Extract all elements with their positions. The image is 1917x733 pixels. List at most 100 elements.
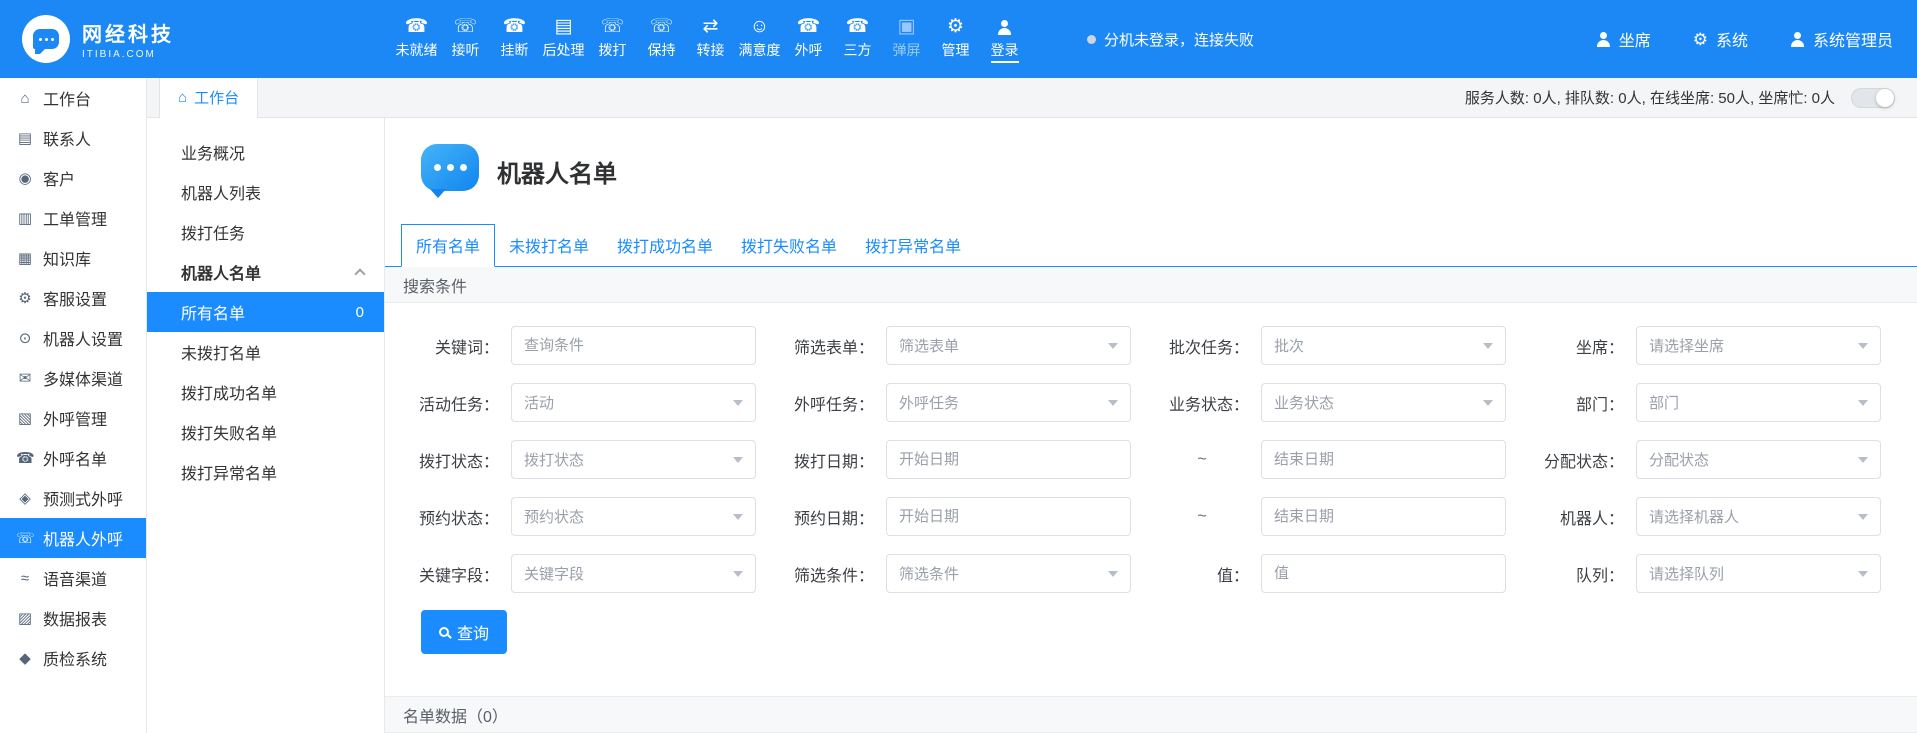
sidebar-item-multimedia-channel[interactable]: ✉ 多媒体渠道 [0, 358, 146, 398]
sidebar-item-predictive-outbound[interactable]: ◈ 预测式外呼 [0, 478, 146, 518]
main-content: 机器人名单 所有名单 未拨打名单 拨打成功名单 拨打失败名单 拨打异常名单 搜索… [385, 118, 1917, 733]
submenu-item-dial-success-list[interactable]: 拨打成功名单 [147, 372, 384, 412]
dial-date-end-input[interactable] [1261, 440, 1506, 479]
query-button[interactable]: 查询 [421, 610, 507, 654]
submenu-item-robot-list[interactable]: 机器人列表 [147, 172, 384, 212]
sidebar-item-outbound-list[interactable]: ☎ 外呼名单 [0, 438, 146, 478]
toolbar-not-ready[interactable]: ☎ 未就绪 [392, 15, 441, 63]
service-settings-gear-icon: ⚙ [16, 289, 34, 307]
submenu-item-all-list[interactable]: 所有名单 0 [147, 292, 384, 332]
toolbar-wrapup[interactable]: ▤ 后处理 [539, 15, 588, 63]
hold-call-icon: ☏ [650, 17, 674, 37]
toolbar-hangup[interactable]: ☎ 挂断 [490, 15, 539, 63]
tab-dial-success-list[interactable]: 拨打成功名单 [603, 225, 727, 266]
submenu-item-label: 拨打任务 [181, 220, 245, 244]
toolbar-satisfaction[interactable]: ☺ 满意度 [735, 15, 784, 63]
field-label: 活动任务： [405, 391, 511, 415]
outbound-task-select[interactable]: 外呼任务 [886, 383, 1131, 422]
tab-all-list[interactable]: 所有名单 [401, 224, 495, 267]
agent-menu[interactable]: 坐席 [1596, 27, 1651, 51]
toolbar-three-way[interactable]: ☎ 三方 [833, 15, 882, 63]
toolbar-item-label: 后处理 [543, 40, 585, 60]
submenu-item-business-overview[interactable]: 业务概况 [147, 132, 384, 172]
sidebar-item-service-settings[interactable]: ⚙ 客服设置 [0, 278, 146, 318]
sidebar-item-robot-outbound[interactable]: ☏ 机器人外呼 [0, 518, 146, 558]
admin-person-icon [1790, 32, 1805, 47]
sidebar-item-outbound-management[interactable]: ▧ 外呼管理 [0, 398, 146, 438]
toolbar-answer[interactable]: ☏ 接听 [441, 15, 490, 63]
agent-person-icon [1596, 32, 1611, 47]
toolbar-dial[interactable]: ☏ 拨打 [588, 15, 637, 63]
toolbar-hold[interactable]: ☏ 保持 [637, 15, 686, 63]
submenu-group-robot-roster[interactable]: 机器人名单 [147, 252, 384, 292]
form-cell: 批次任务： 批次 [1155, 326, 1530, 365]
select-placeholder: 请选择机器人 [1649, 506, 1739, 527]
status-toggle[interactable] [1851, 88, 1895, 108]
sidebar-item-ticket-management[interactable]: ▥ 工单管理 [0, 198, 146, 238]
submenu-item-dial-failed-list[interactable]: 拨打失败名单 [147, 412, 384, 452]
assign-status-select[interactable]: 分配状态 [1636, 440, 1881, 479]
reserve-date-start-input[interactable] [886, 497, 1131, 536]
queue-select[interactable]: 请选择队列 [1636, 554, 1881, 593]
tab-dial-abnormal-list[interactable]: 拨打异常名单 [851, 225, 975, 266]
chevron-down-icon [1483, 400, 1493, 411]
department-select[interactable]: 部门 [1636, 383, 1881, 422]
chevron-down-icon [1858, 343, 1868, 354]
key-field-select[interactable]: 关键字段 [511, 554, 756, 593]
toolbar-login[interactable]: 登录 [980, 15, 1029, 63]
sidebar-item-contacts[interactable]: ▤ 联系人 [0, 118, 146, 158]
dial-status-select[interactable]: 拨打状态 [511, 440, 756, 479]
chevron-down-icon [1483, 343, 1493, 354]
brand: 网经科技 ITIBIA.COM [22, 15, 252, 63]
filter-form-select[interactable]: 筛选表单 [886, 326, 1131, 365]
system-menu-label: 系统 [1716, 27, 1748, 51]
tab-dial-failed-list[interactable]: 拨打失败名单 [727, 225, 851, 266]
reserve-date-end-input[interactable] [1261, 497, 1506, 536]
form-cell: 坐席： 请选择坐席 [1530, 326, 1905, 365]
dial-date-start-input[interactable] [886, 440, 1131, 479]
tab-workspace[interactable]: ⌂ 工作台 [159, 78, 258, 118]
submenu-item-dial-task[interactable]: 拨打任务 [147, 212, 384, 252]
admin-menu-label: 系统管理员 [1813, 27, 1893, 51]
form-row: 活动任务： 活动 外呼任务： 外呼任务 [405, 374, 1917, 431]
reserve-status-select[interactable]: 预约状态 [511, 497, 756, 536]
form-cell: 活动任务： 活动 [405, 383, 780, 422]
sidebar-item-robot-settings[interactable]: ⊙ 机器人设置 [0, 318, 146, 358]
workspace-tabstrip: ⌂ 工作台 服务人数: 0人 排队数: 0人 在线坐席: 50人 坐席忙: 0人 [147, 78, 1917, 118]
sidebar-item-label: 数据报表 [43, 606, 107, 630]
form-cell: 部门： 部门 [1530, 383, 1905, 422]
sidebar-item-data-reports[interactable]: ▨ 数据报表 [0, 598, 146, 638]
system-menu[interactable]: ⚙ 系统 [1693, 27, 1748, 51]
tab-undialed-list[interactable]: 未拨打名单 [495, 225, 603, 266]
search-conditions-header: 搜索条件 [385, 267, 1917, 303]
submenu: 业务概况 机器人列表 拨打任务 机器人名单 所有名单 0 [147, 118, 385, 733]
page-title: 机器人名单 [497, 154, 617, 189]
toolbar-transfer[interactable]: ⇄ 转接 [686, 15, 735, 63]
select-placeholder: 部门 [1649, 392, 1679, 413]
form-row: 拨打状态： 拨打状态 拨打日期： ~ [405, 431, 1917, 488]
submenu-item-undialed-list[interactable]: 未拨打名单 [147, 332, 384, 372]
filter-condition-select[interactable]: 筛选条件 [886, 554, 1131, 593]
sidebar-item-voice-channel[interactable]: ≈ 语音渠道 [0, 558, 146, 598]
field-label: 关键字段： [405, 562, 511, 586]
value-input[interactable] [1261, 554, 1506, 593]
quality-shield-icon: ◆ [16, 649, 34, 667]
batch-task-select[interactable]: 批次 [1261, 326, 1506, 365]
sidebar-item-knowledge-base[interactable]: ▦ 知识库 [0, 238, 146, 278]
toolbar-manage[interactable]: ⚙ 管理 [931, 15, 980, 63]
toolbar-outbound[interactable]: ☎ 外呼 [784, 15, 833, 63]
business-status-select[interactable]: 业务状态 [1261, 383, 1506, 422]
sidebar-item-quality-inspection[interactable]: ◆ 质检系统 [0, 638, 146, 678]
keyword-input[interactable] [511, 326, 756, 365]
robot-select[interactable]: 请选择机器人 [1636, 497, 1881, 536]
admin-menu[interactable]: 系统管理员 [1790, 27, 1893, 51]
sidebar-item-customers[interactable]: ◉ 客户 [0, 158, 146, 198]
toolbar-item-label: 登录 [991, 40, 1019, 63]
activity-task-select[interactable]: 活动 [511, 383, 756, 422]
agent-select[interactable]: 请选择坐席 [1636, 326, 1881, 365]
outbound-list-phone-icon: ☎ [16, 449, 34, 467]
sidebar-item-workbench[interactable]: ⌂ 工作台 [0, 78, 146, 118]
submenu-item-dial-abnormal-list[interactable]: 拨打异常名单 [147, 452, 384, 492]
connection-status: 分机未登录，连接失败 [1087, 29, 1254, 50]
toolbar-screen-pop[interactable]: ▣ 弹屏 [882, 15, 931, 63]
